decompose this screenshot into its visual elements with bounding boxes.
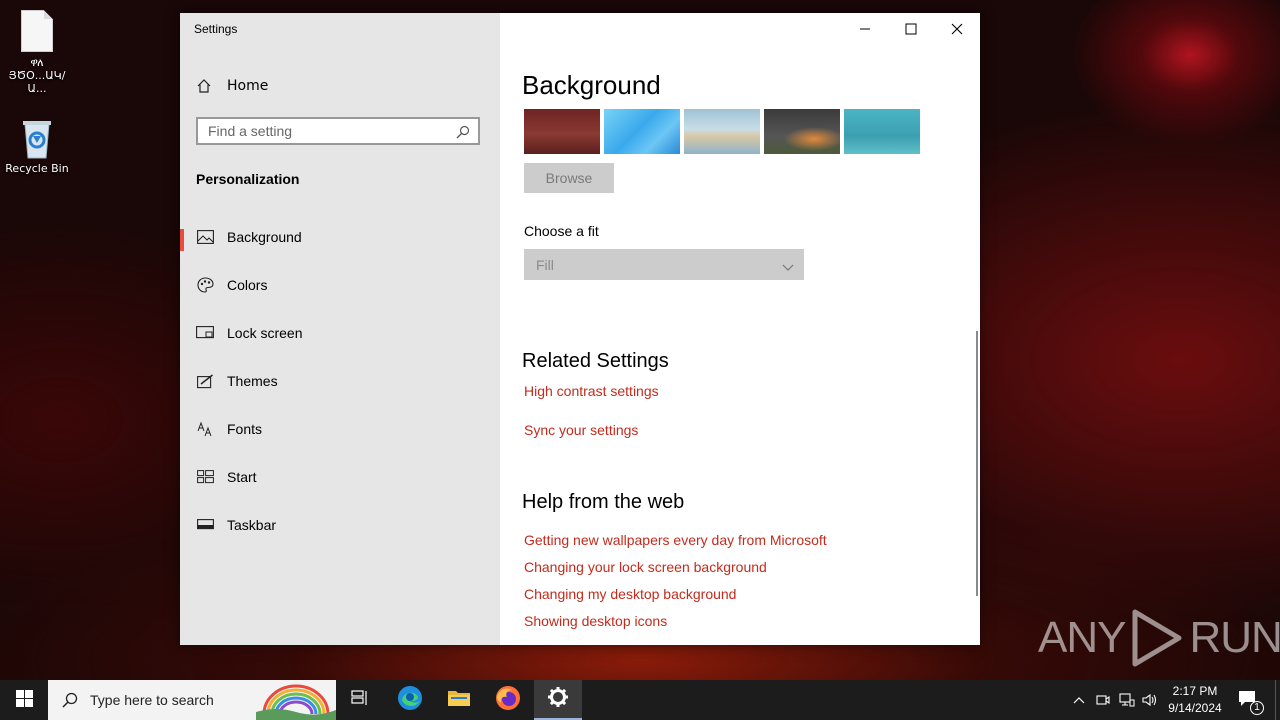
taskbar: Type here to search 2:17 PM 9/14/2024 1 <box>0 680 1280 720</box>
sidebar-item-colors[interactable]: Colors <box>180 265 500 305</box>
recycle-bin-icon <box>19 116 55 159</box>
firefox-taskbar-button[interactable] <box>484 680 532 720</box>
help-link-lock-screen-background[interactable]: Changing your lock screen background <box>524 559 767 575</box>
sidebar-item-label: Fonts <box>227 421 263 437</box>
desktop-file-label-line1: ዋለ <box>30 56 44 69</box>
chevron-up-icon[interactable] <box>1072 692 1086 711</box>
sidebar-item-label: Lock screen <box>227 325 303 341</box>
settings-search[interactable] <box>196 117 480 145</box>
desktop-file-icon[interactable]: ዋለ ՅԾՕ...ԱԿ/Ա... <box>0 10 74 95</box>
settings-window: Settings Home Personalization Background <box>180 13 980 645</box>
related-settings-heading: Related Settings <box>522 350 669 372</box>
sidebar-item-label: Themes <box>227 373 278 389</box>
edge-taskbar-button[interactable] <box>386 680 434 720</box>
sidebar-item-themes[interactable]: Themes <box>180 361 500 401</box>
watermark-left-text: ANY <box>1038 613 1126 662</box>
desktop-recycle-bin[interactable]: Recycle Bin <box>0 116 74 175</box>
choose-fit-dropdown[interactable]: Fill <box>524 249 804 280</box>
browse-button[interactable]: Browse <box>524 163 614 193</box>
action-center-button[interactable]: 1 <box>1238 690 1264 715</box>
window-title: Settings <box>194 22 238 36</box>
sidebar-item-taskbar[interactable]: Taskbar <box>180 505 500 545</box>
sidebar-item-background[interactable]: Background <box>180 217 500 257</box>
clock-time: 2:17 PM <box>1172 684 1218 698</box>
choose-fit-label: Choose a fit <box>524 223 599 239</box>
sidebar-item-label: Start <box>227 469 257 485</box>
taskbar-search-placeholder: Type here to search <box>90 692 214 708</box>
palette-icon <box>196 277 214 293</box>
search-icon <box>62 692 78 708</box>
settings-search-input[interactable] <box>198 119 448 143</box>
meet-now-icon[interactable] <box>1096 692 1110 711</box>
chevron-down-icon <box>782 259 794 275</box>
sidebar-item-lock-screen[interactable]: Lock screen <box>180 313 500 353</box>
sidebar-item-fonts[interactable]: Fonts <box>180 409 500 449</box>
wallpaper-thumbnail-5[interactable] <box>844 109 920 154</box>
start-button[interactable] <box>0 680 48 720</box>
choose-fit-value: Fill <box>536 256 554 273</box>
themes-icon <box>196 373 214 389</box>
wallpaper-thumbnail-4[interactable] <box>764 109 840 154</box>
clock-date: 9/14/2024 <box>1168 701 1222 715</box>
play-logo-icon <box>1129 608 1185 668</box>
high-contrast-settings-link[interactable]: High contrast settings <box>524 383 659 399</box>
wallpaper-thumbnail-1[interactable] <box>524 109 600 154</box>
picture-icon <box>196 229 214 245</box>
wallpaper-thumbnail-2[interactable] <box>604 109 680 154</box>
sync-settings-link[interactable]: Sync your settings <box>524 422 638 438</box>
anyrun-watermark: ANY RUN <box>1038 608 1280 668</box>
page-title: Background <box>522 70 661 100</box>
show-desktop-button[interactable] <box>1275 680 1280 720</box>
folder-icon <box>447 688 471 712</box>
settings-taskbar-button[interactable] <box>534 680 582 720</box>
notification-count-badge: 1 <box>1250 701 1264 715</box>
network-icon[interactable] <box>1119 692 1135 711</box>
sidebar-item-label: Colors <box>227 277 268 293</box>
help-link-desktop-icons[interactable]: Showing desktop icons <box>524 613 667 629</box>
firefox-icon <box>495 685 521 715</box>
search-icon[interactable] <box>456 124 470 143</box>
task-view-icon <box>351 690 369 710</box>
windows-logo-icon <box>15 689 33 711</box>
home-nav[interactable]: Home <box>196 76 268 96</box>
help-link-new-wallpapers[interactable]: Getting new wallpapers every day from Mi… <box>524 532 827 548</box>
section-heading: Personalization <box>196 171 300 187</box>
taskbar-clock[interactable]: 2:17 PM 9/14/2024 <box>1162 683 1228 717</box>
sidebar-item-start[interactable]: Start <box>180 457 500 497</box>
document-icon <box>21 10 53 52</box>
sidebar-item-label: Taskbar <box>227 517 277 533</box>
taskbar-icon <box>196 517 214 533</box>
background-settings-pane: Background Browse Choose a fit Fill Rela… <box>500 13 980 645</box>
start-icon <box>196 469 214 485</box>
sidebar-item-label: Background <box>227 229 302 245</box>
fonts-icon <box>196 421 214 437</box>
gear-icon <box>547 686 569 712</box>
file-explorer-taskbar-button[interactable] <box>435 680 483 720</box>
taskbar-search-box[interactable]: Type here to search <box>48 680 336 720</box>
content-scrollbar[interactable] <box>976 331 978 596</box>
help-link-desktop-background[interactable]: Changing my desktop background <box>524 586 736 602</box>
task-view-button[interactable] <box>336 680 384 720</box>
home-icon <box>196 78 214 94</box>
desktop-file-label-line2: ՅԾՕ...ԱԿ/Ա... <box>8 69 66 95</box>
edge-icon <box>397 685 423 715</box>
recycle-bin-label: Recycle Bin <box>5 162 69 175</box>
help-from-web-heading: Help from the web <box>522 491 685 513</box>
wallpaper-thumbnail-3[interactable] <box>684 109 760 154</box>
search-highlight-rainbow-icon <box>256 680 336 720</box>
lock-screen-icon <box>196 325 214 341</box>
volume-icon[interactable] <box>1142 692 1158 711</box>
home-label: Home <box>227 78 269 94</box>
watermark-right-text: RUN <box>1189 613 1280 662</box>
notification-icon: 1 <box>1238 690 1264 715</box>
settings-sidebar: Settings Home Personalization Background <box>180 13 500 645</box>
